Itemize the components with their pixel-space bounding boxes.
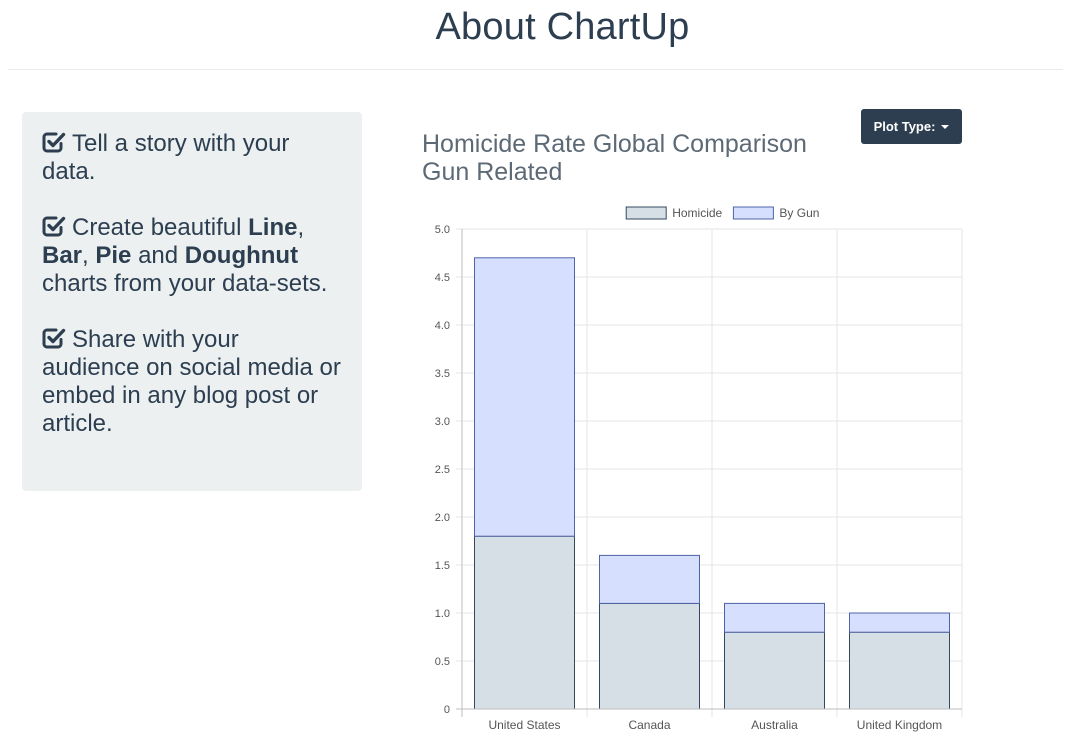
legend-swatch [732, 206, 774, 220]
features-panel: Tell a story with your data. Create beau… [22, 112, 362, 491]
page-title: About ChartUp [435, 6, 690, 48]
bar-homicide[interactable] [849, 631, 950, 710]
title-divider [8, 69, 1063, 70]
feature-text-part: , [297, 214, 305, 241]
bar-homicide[interactable] [599, 602, 700, 710]
bar-homicide[interactable] [724, 631, 825, 710]
x-tick-label: Australia [751, 718, 798, 732]
page: About ChartUp Tell a story with your dat… [0, 0, 1071, 736]
feature-item-share: Share with your audience on social media… [42, 326, 342, 438]
plot-type-button[interactable]: Plot Type: [861, 109, 962, 144]
y-tick-label: 5.0 [435, 224, 450, 236]
check-square-icon [42, 131, 66, 153]
feature-text: Create beautiful Line, Bar, Pie and Doug… [42, 214, 327, 297]
feature-highlight: Doughnut [184, 242, 299, 269]
bar-chart: Homicide By Gun 0 0.5 1.0 1.5 2.0 2.5 3.0 3.5 4.0… [435, 206, 963, 732]
caret-down-icon [941, 124, 950, 129]
bar-by-gun[interactable] [599, 554, 700, 604]
legend-label: Homicide [672, 206, 722, 220]
feature-item-story: Tell a story with your data. [42, 130, 342, 186]
feature-text-part: charts from your data-sets. [42, 270, 328, 297]
y-tick-label: 0.5 [435, 656, 450, 668]
legend-label: By Gun [779, 206, 819, 220]
y-tick-label: 4.0 [435, 320, 450, 332]
plot-type-label: Plot Type: [873, 119, 936, 134]
feature-text-part: , [82, 242, 96, 269]
feature-text: Share with your audience on social media… [42, 326, 341, 437]
y-tick-label: 0 [444, 704, 450, 716]
check-square-icon [42, 327, 66, 349]
feature-text-part: Create beautiful [72, 214, 249, 241]
bar-by-gun[interactable] [474, 257, 575, 537]
x-tick-label: Canada [628, 718, 670, 732]
feature-text: Tell a story with your data. [42, 130, 289, 185]
feature-highlight: Line [248, 214, 298, 241]
y-tick-label: 1.0 [435, 608, 450, 620]
y-tick-label: 1.5 [435, 560, 450, 572]
y-tick-label: 4.5 [435, 272, 450, 284]
bar-homicide[interactable] [474, 535, 575, 710]
feature-text-part: Tell a story with your data. [42, 130, 290, 185]
feature-item-charts: Create beautiful Line, Bar, Pie and Doug… [42, 214, 342, 298]
y-tick-label: 3.0 [435, 416, 450, 428]
x-tick-label: United Kingdom [857, 718, 942, 732]
y-tick-label: 3.5 [435, 368, 450, 380]
chart-title: Homicide Rate Global Comparison Gun Rela… [422, 130, 807, 186]
feature-highlight: Bar [42, 242, 83, 269]
y-tick-label: 2.5 [435, 464, 450, 476]
bar-by-gun[interactable] [849, 612, 950, 633]
bar-by-gun[interactable] [724, 602, 825, 633]
feature-highlight: Pie [95, 242, 132, 269]
y-tick-label: 2.0 [435, 512, 450, 524]
feature-text-part: and [131, 242, 185, 269]
legend-swatch [625, 206, 667, 220]
x-tick-label: United States [488, 718, 560, 732]
check-square-icon [42, 215, 66, 237]
feature-text-part: Share with your audience on social media… [42, 326, 341, 437]
